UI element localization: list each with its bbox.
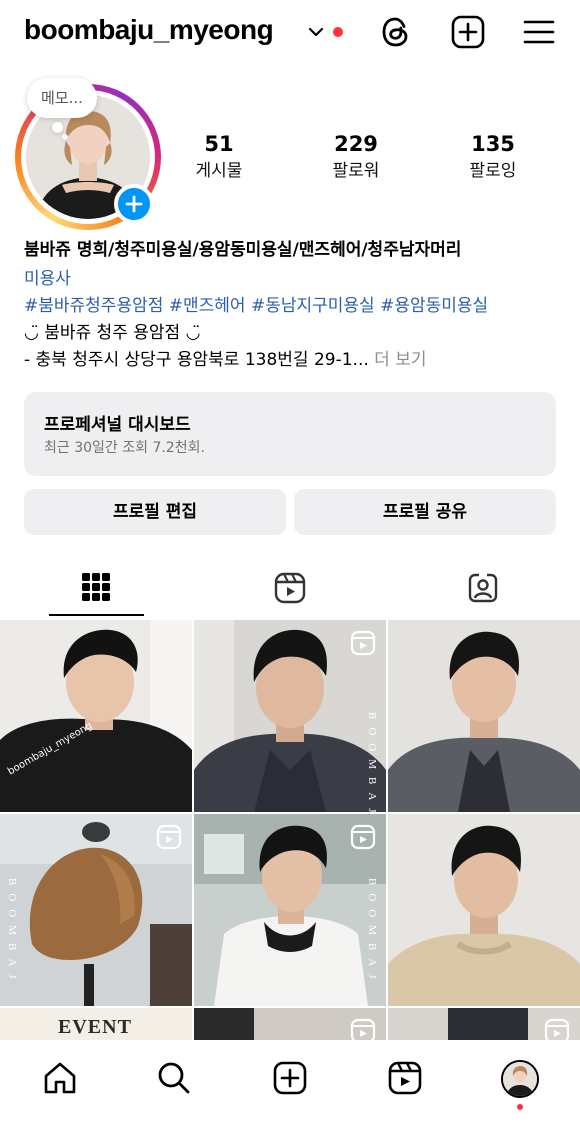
edit-profile-button[interactable]: 프로필 편집 (24, 489, 286, 535)
brand-vertical-text: BOOMBAJ (366, 878, 378, 987)
stat-following-label: 팔로잉 (469, 161, 517, 181)
stat-followers-label: 팔로워 (332, 161, 380, 181)
stat-following-value: 135 (471, 132, 515, 156)
reel-badge-icon (350, 824, 376, 850)
profile-username[interactable]: boombaju_myeong (24, 14, 274, 46)
active-tab-indicator (49, 614, 144, 616)
bio-hashtags[interactable]: #붐바쥬청주용암점 #맨즈헤어 #동남지구미용실 #용암동미용실 (24, 293, 488, 320)
stat-posts[interactable]: 51 게시물 (164, 130, 274, 184)
reels-icon[interactable] (387, 1060, 423, 1096)
add-story-button[interactable] (114, 184, 154, 224)
stat-posts-label: 게시물 (195, 161, 243, 181)
notification-dot (333, 27, 343, 37)
menu-icon[interactable] (521, 14, 557, 50)
event-label: EVENT (58, 1016, 132, 1038)
chevron-down-icon[interactable] (306, 22, 326, 42)
notification-dot (517, 1104, 523, 1110)
stat-following[interactable]: 135 팔로잉 (438, 130, 548, 184)
home-icon[interactable] (42, 1060, 78, 1096)
grid-post[interactable] (388, 814, 580, 1006)
bio-address: - 충북 청주시 상당구 용암북로 138번길 29-1... (24, 350, 369, 370)
reels-icon (274, 572, 306, 604)
brand-vertical-text: BOOMBAJ (366, 712, 378, 812)
reel-badge-icon (156, 824, 182, 850)
create-icon[interactable] (272, 1060, 308, 1096)
post-thumbnail (388, 814, 580, 1006)
grid-post[interactable]: EVENT (0, 1008, 192, 1040)
reel-badge-icon (350, 630, 376, 656)
post-thumbnail (388, 620, 580, 812)
reel-badge-icon (350, 1018, 376, 1040)
memo-bubble[interactable]: 메모... (27, 78, 97, 118)
professional-dashboard[interactable]: 프로페셔널 대시보드 최근 30일간 조회 7.2천회. (24, 392, 556, 476)
tab-tagged[interactable] (386, 565, 579, 611)
threads-icon[interactable] (378, 14, 414, 50)
bio-name: 붐바쥬 명희/청주미용실/용암동미용실/맨즈헤어/청주남자머리 (24, 240, 462, 260)
tab-reels[interactable] (193, 565, 386, 611)
grid-post[interactable]: BOOMBAJ (0, 814, 192, 1006)
share-profile-button[interactable]: 프로필 공유 (294, 489, 556, 535)
plus-icon (125, 195, 143, 213)
brand-vertical-text: BOOMBAJ (6, 878, 18, 987)
grid-icon (82, 573, 110, 601)
reel-badge-icon (544, 1018, 570, 1040)
grid-post[interactable]: BOOMBAJ (194, 620, 386, 812)
grid-post[interactable] (388, 1008, 580, 1040)
post-thumbnail (0, 620, 192, 812)
grid-post[interactable] (388, 620, 580, 812)
new-post-icon[interactable] (450, 14, 486, 50)
bio-line-2: - 충북 청주시 상당구 용암북로 138번길 29-1... 더 보기 (24, 347, 427, 374)
tagged-icon (468, 573, 498, 603)
grid-post[interactable]: boombaju_myeong (0, 620, 192, 812)
grid-post[interactable] (194, 1008, 386, 1040)
profile-avatar-tab[interactable] (501, 1060, 539, 1098)
dashboard-title: 프로페셔널 대시보드 (44, 415, 191, 435)
bio-line-1: ◡̈ 붐바쥬 청주 용암점 ◡̈ (24, 323, 201, 343)
tab-posts-grid[interactable] (0, 565, 193, 611)
dashboard-subtitle: 최근 30일간 조회 7.2천회. (44, 440, 205, 456)
bio-category[interactable]: 미용사 (24, 266, 71, 293)
stat-followers-value: 229 (334, 132, 378, 156)
bio-more-link[interactable]: 더 보기 (369, 350, 426, 370)
stat-posts-value: 51 (204, 132, 234, 156)
search-icon[interactable] (156, 1060, 192, 1096)
avatar-image (503, 1062, 537, 1096)
grid-post[interactable]: BOOMBAJ (194, 814, 386, 1006)
stat-followers[interactable]: 229 팔로워 (301, 130, 411, 184)
